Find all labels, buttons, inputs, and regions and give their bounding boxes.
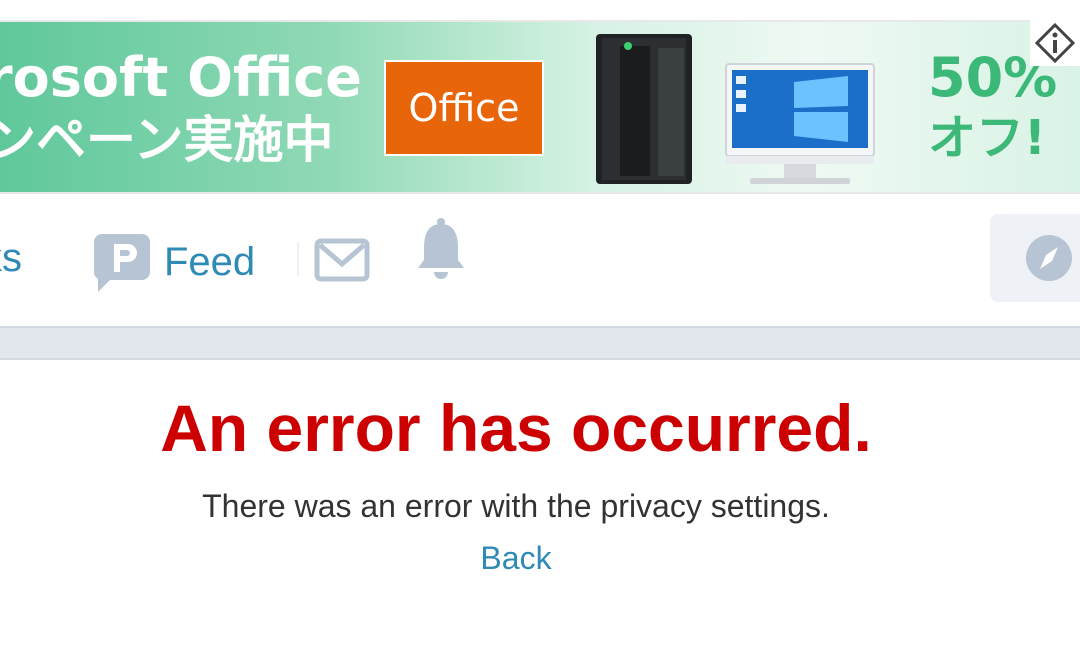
nav-feed[interactable]: Feed [92, 232, 255, 292]
ad-headline: rosoft Office [0, 46, 362, 109]
nav-bar: ks Feed [0, 196, 1080, 326]
error-message: There was an error with the privacy sett… [202, 488, 830, 524]
ad-info-button[interactable] [1030, 20, 1080, 66]
info-icon [1035, 23, 1075, 63]
ad-office-label: Office [408, 86, 520, 130]
ad-subline: ンペーン実施中 [0, 111, 334, 169]
nav-links-label[interactable]: ks [0, 234, 22, 282]
page: rosoft Office ンペーン実施中 Office 50% オフ! s F… [0, 0, 1080, 652]
ad-office-logo: Office [384, 60, 544, 156]
nav-divider [297, 242, 299, 276]
back-link[interactable]: Back [480, 540, 551, 576]
section-separator [0, 326, 1080, 360]
explore-button[interactable] [990, 214, 1080, 302]
ad-banner[interactable]: rosoft Office ンペーン実施中 Office 50% オフ! [0, 20, 1080, 194]
compass-icon [1026, 235, 1072, 281]
monitor-icon [725, 63, 875, 184]
error-title: An error has occurred. [160, 391, 872, 465]
nav-feed-label: Feed [164, 240, 256, 284]
ad-discount-off: オフ! [928, 110, 1046, 166]
feed-icon [94, 234, 150, 292]
back-link-container: Back [0, 538, 1032, 578]
bell-icon[interactable] [416, 212, 466, 288]
mail-icon[interactable] [314, 236, 370, 284]
pc-tower-icon [596, 34, 692, 184]
